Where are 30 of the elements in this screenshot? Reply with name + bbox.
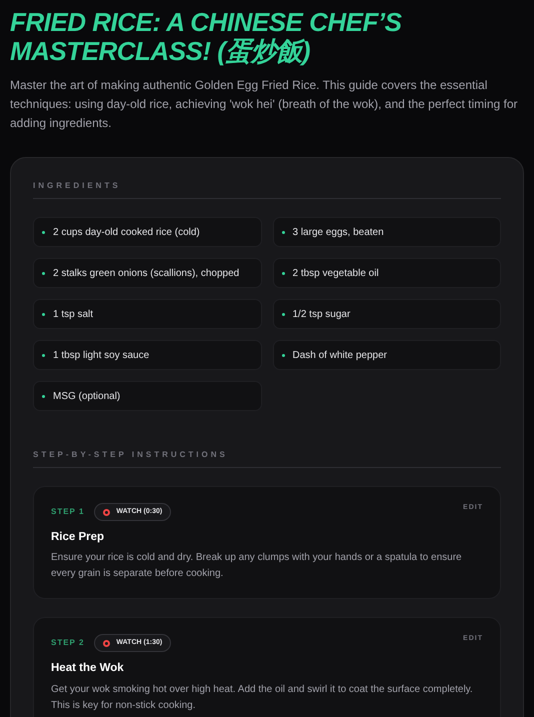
record-icon xyxy=(103,508,110,516)
bullet-icon xyxy=(282,230,284,234)
step-title: Rice Prep xyxy=(51,530,106,545)
bullet-icon xyxy=(42,272,45,274)
bullet-icon xyxy=(42,230,45,234)
page-title: FRIED RICE: A CHINESE CHEF’S MASTERCLASS! (蛋炒飯) xyxy=(10,8,402,66)
bullet-icon xyxy=(42,312,45,316)
bullet-icon xyxy=(282,354,284,356)
step-label: STEP 1 xyxy=(51,506,84,518)
section-heading: INGREDIENTS xyxy=(33,180,501,199)
ingredient-text: 1 tbsp light soy sauce xyxy=(53,348,150,362)
step-label: STEP 2 xyxy=(51,637,84,650)
record-icon xyxy=(103,640,110,647)
step-text: Ensure your rice is cold and dry. Break up any clumps with your hands or a spatula to ensure every grain is separate before cooking. xyxy=(51,551,463,582)
bullet-icon xyxy=(42,394,45,398)
section-heading: STEP-BY-STEP INSTRUCTIONS xyxy=(33,449,501,468)
ingredient-text: MSG (optional) xyxy=(53,390,120,404)
step-title: Heat the Wok xyxy=(51,661,125,676)
bullet-icon xyxy=(42,354,45,356)
ingredient-text: 1/2 tsp sugar xyxy=(292,308,350,322)
ingredient-text: Dash of white pepper xyxy=(292,348,388,362)
ingredient-text: 2 tbsp vegetable oil xyxy=(292,266,379,280)
step-text: Get your wok smoking hot over high heat. Add the oil and swirl it to coat the surface completely. This is key for non-stick cooking. xyxy=(51,682,474,712)
ingredient-text: 2 stalks green onions (scallions), chopped xyxy=(53,266,240,280)
description: Master the art of making authentic Golden Egg Fried Rice. This guide covers the essential techniques: using day-old rice, achieving 'wok hei' (breath of the wok), and the perfect timing for adding ingredients. xyxy=(10,77,519,132)
bullet-icon xyxy=(282,272,284,274)
ingredient-text: 1 tsp salt xyxy=(53,308,94,322)
bullet-icon xyxy=(282,312,284,316)
ingredient-text: 2 cups day-old cooked rice (cold) xyxy=(53,226,200,240)
ingredient-text: 3 large eggs, beaten xyxy=(292,226,384,240)
